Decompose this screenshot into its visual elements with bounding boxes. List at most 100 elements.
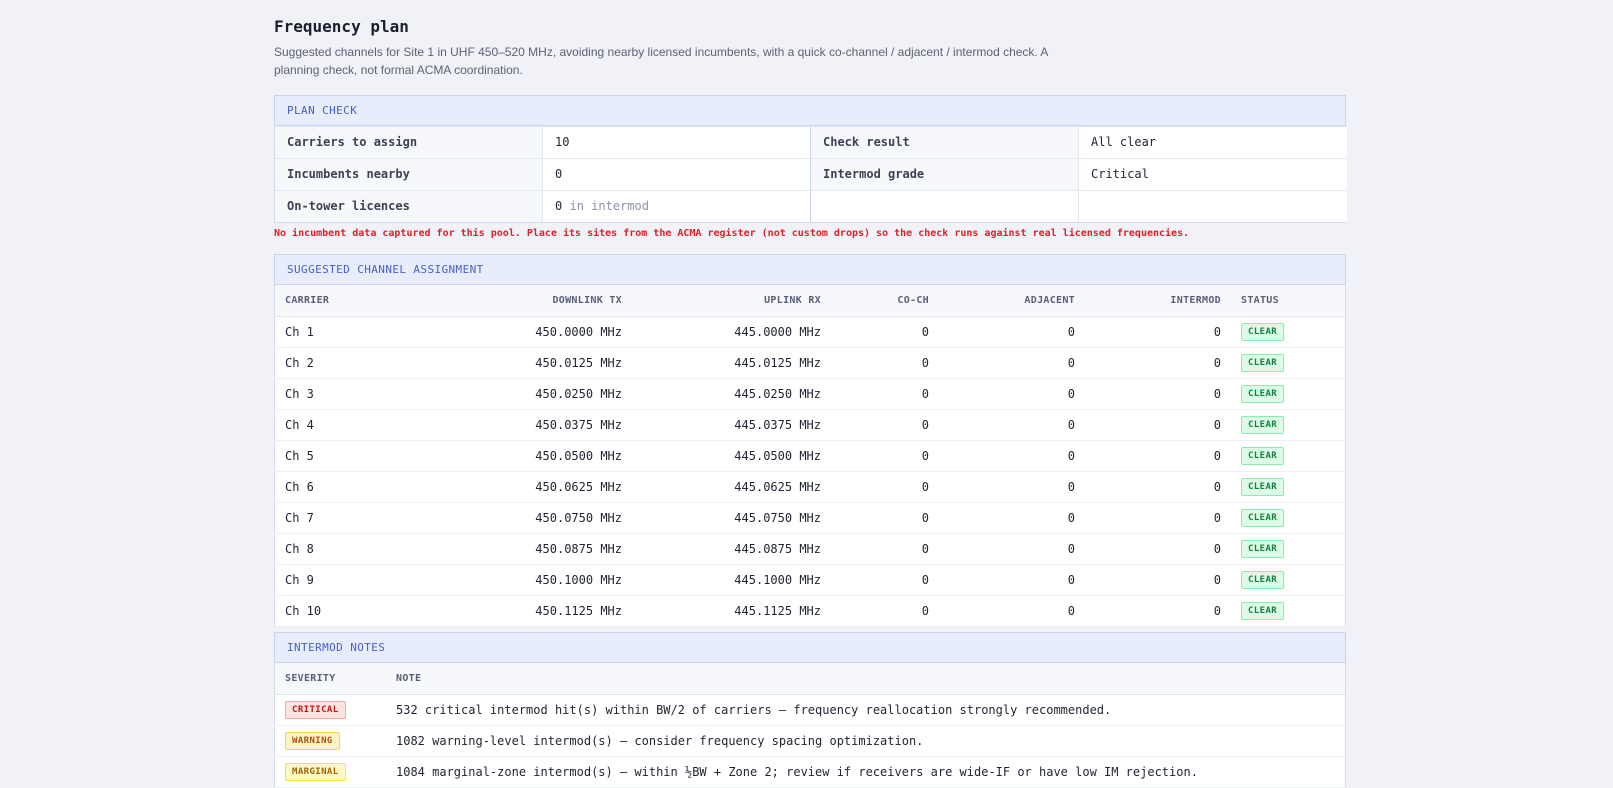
intermod-panel: INTERMOD NOTES SEVERITY NOTE CRITICAL 532… [274, 632, 1346, 788]
coch-cell: 0 [831, 533, 939, 565]
downlink-cell: 450.0500 MHz [445, 440, 632, 472]
status-cell: CLEAR [1231, 378, 1346, 410]
table-row: Ch 8 450.0875 MHz 445.0875 MHz 0 0 0 CLEAR [274, 533, 1346, 565]
check-result-value: All clear [1079, 126, 1347, 158]
carrier-cell: Ch 6 [274, 471, 445, 503]
coch-cell: 0 [831, 471, 939, 503]
uplink-cell: 445.0375 MHz [632, 409, 831, 441]
intermod-grade-value: Critical [1079, 158, 1347, 190]
table-row: Ch 7 450.0750 MHz 445.0750 MHz 0 0 0 CLEAR [274, 502, 1346, 534]
status-badge: CLEAR [1241, 509, 1285, 527]
assignment-panel: SUGGESTED CHANNEL ASSIGNMENT CARRIER DOW… [274, 254, 1346, 627]
carriers-value: 10 [543, 126, 811, 158]
status-badge: CLEAR [1241, 478, 1285, 496]
table-row: MARGINAL 1084 marginal-zone intermod(s) —… [274, 756, 1346, 788]
coch-cell: 0 [831, 378, 939, 410]
downlink-cell: 450.0250 MHz [445, 378, 632, 410]
assignment-table: CARRIER DOWNLINK TX UPLINK RX CO-CH ADJA… [274, 285, 1346, 627]
severity-badge: MARGINAL [285, 763, 346, 781]
downlink-cell: 450.1125 MHz [445, 595, 632, 627]
downlink-cell: 450.0000 MHz [445, 316, 632, 348]
status-cell: CLEAR [1231, 316, 1346, 348]
empty-label-cell [811, 190, 1079, 222]
uplink-cell: 445.0125 MHz [632, 347, 831, 379]
severity-badge: CRITICAL [285, 701, 346, 719]
incumbent-warning: No incumbent data captured for this pool… [274, 228, 1190, 239]
page-subtitle: Suggested channels for Site 1 in UHF 450… [274, 45, 1048, 77]
uplink-cell: 445.0000 MHz [632, 316, 831, 348]
severity-badge: WARNING [285, 732, 340, 750]
intermod-cell: 0 [1085, 378, 1231, 410]
status-badge: CLEAR [1241, 385, 1285, 403]
status-badge: CLEAR [1241, 540, 1285, 558]
status-cell: CLEAR [1231, 595, 1346, 627]
downlink-cell: 450.1000 MHz [445, 564, 632, 596]
adjacent-cell: 0 [939, 564, 1085, 596]
col-downlink: DOWNLINK TX [445, 285, 632, 317]
carrier-cell: Ch 7 [274, 502, 445, 534]
col-severity: SEVERITY [274, 663, 386, 695]
empty-value-cell [1079, 190, 1347, 222]
note-cell: 1082 warning-level intermod(s) — conside… [386, 725, 1346, 757]
incumbents-label: Incumbents nearby [275, 158, 543, 190]
incumbents-value: 0 [543, 158, 811, 190]
uplink-cell: 445.0750 MHz [632, 502, 831, 534]
severity-cell: WARNING [274, 725, 386, 757]
col-carrier: CARRIER [274, 285, 445, 317]
check-result-label: Check result [811, 126, 1079, 158]
status-badge: CLEAR [1241, 602, 1285, 620]
plan-check-grid: Carriers to assign 10 Check result All c… [274, 126, 1347, 223]
coch-cell: 0 [831, 440, 939, 472]
intermod-heading: INTERMOD NOTES [274, 632, 1346, 663]
severity-cell: CRITICAL [274, 694, 386, 726]
adjacent-cell: 0 [939, 533, 1085, 565]
intermod-cell: 0 [1085, 316, 1231, 348]
carrier-cell: Ch 1 [274, 316, 445, 348]
status-cell: CLEAR [1231, 502, 1346, 534]
coch-cell: 0 [831, 564, 939, 596]
carrier-cell: Ch 10 [274, 595, 445, 627]
coch-cell: 0 [831, 409, 939, 441]
uplink-cell: 445.0500 MHz [632, 440, 831, 472]
col-coch: CO-CH [831, 285, 939, 317]
table-row: WARNING 1082 warning-level intermod(s) — … [274, 725, 1346, 757]
col-adjacent: ADJACENT [939, 285, 1085, 317]
intermod-table: SEVERITY NOTE CRITICAL 532 critical inter… [274, 663, 1346, 788]
table-row: Ch 10 450.1125 MHz 445.1125 MHz 0 0 0 CLEAR [274, 595, 1346, 627]
status-badge: CLEAR [1241, 571, 1285, 589]
intermod-header-row: SEVERITY NOTE [274, 663, 1346, 695]
downlink-cell: 450.0750 MHz [445, 502, 632, 534]
status-cell: CLEAR [1231, 409, 1346, 441]
uplink-cell: 445.0875 MHz [632, 533, 831, 565]
status-badge: CLEAR [1241, 416, 1285, 434]
assignment-heading: SUGGESTED CHANNEL ASSIGNMENT [274, 254, 1346, 285]
uplink-cell: 445.1000 MHz [632, 564, 831, 596]
adjacent-cell: 0 [939, 595, 1085, 627]
table-row: Ch 6 450.0625 MHz 445.0625 MHz 0 0 0 CLEAR [274, 471, 1346, 503]
status-badge: CLEAR [1241, 323, 1285, 341]
adjacent-cell: 0 [939, 502, 1085, 534]
intermod-body: CRITICAL 532 critical intermod hit(s) wit… [274, 694, 1346, 788]
carrier-cell: Ch 2 [274, 347, 445, 379]
col-status: STATUS [1231, 285, 1346, 317]
on-tower-value: 0 [555, 199, 563, 213]
status-badge: CLEAR [1241, 354, 1285, 372]
on-tower-label: On-tower licences [275, 190, 543, 222]
carrier-cell: Ch 3 [274, 378, 445, 410]
intermod-cell: 0 [1085, 409, 1231, 441]
carrier-cell: Ch 4 [274, 409, 445, 441]
table-row: Ch 1 450.0000 MHz 445.0000 MHz 0 0 0 CLEAR [274, 316, 1346, 348]
col-uplink: UPLINK RX [632, 285, 831, 317]
table-row: Ch 9 450.1000 MHz 445.1000 MHz 0 0 0 CLEAR [274, 564, 1346, 596]
adjacent-cell: 0 [939, 440, 1085, 472]
uplink-cell: 445.0625 MHz [632, 471, 831, 503]
coch-cell: 0 [831, 502, 939, 534]
table-row: Ch 5 450.0500 MHz 445.0500 MHz 0 0 0 CLEAR [274, 440, 1346, 472]
uplink-cell: 445.1125 MHz [632, 595, 831, 627]
intermod-cell: 0 [1085, 440, 1231, 472]
coch-cell: 0 [831, 595, 939, 627]
adjacent-cell: 0 [939, 347, 1085, 379]
status-cell: CLEAR [1231, 533, 1346, 565]
status-cell: CLEAR [1231, 347, 1346, 379]
adjacent-cell: 0 [939, 316, 1085, 348]
